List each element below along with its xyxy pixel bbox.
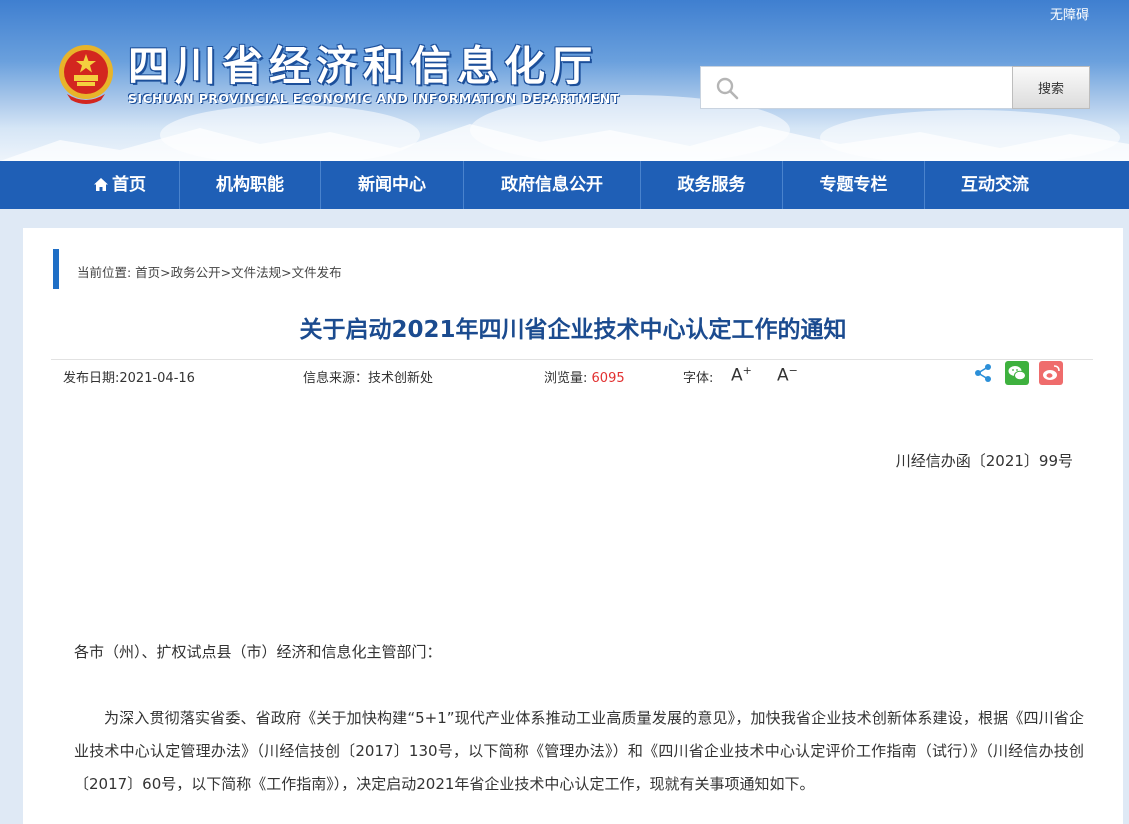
breadcrumb[interactable]: 当前位置: 首页>政务公开>文件法规>文件发布: [77, 262, 342, 281]
site-title-en: SICHUAN PROVINCIAL ECONOMIC AND INFORMAT…: [128, 91, 620, 106]
title-divider: [51, 359, 1093, 360]
wechat-icon[interactable]: [1005, 361, 1029, 385]
nav-home-label: 首页: [112, 175, 146, 195]
font-increase-button[interactable]: A+: [731, 364, 752, 386]
font-decrease-button[interactable]: A−: [777, 364, 798, 386]
document-number: 川经信办函〔2021〕99号: [895, 452, 1073, 470]
font-decrease-label: A: [777, 365, 789, 386]
view-count-label: 浏览量:: [544, 371, 588, 386]
main-nav: 首页 机构职能 新闻中心 政府信息公开 政务服务 专题专栏 互动交流: [0, 161, 1129, 209]
search-icon: [716, 77, 739, 100]
nav-interaction[interactable]: 互动交流: [925, 161, 1065, 209]
info-source: 信息来源：技术创新处: [303, 371, 434, 386]
article-paragraph: 为深入贯彻落实省委、省政府《关于加快构建“5+1”现代产业体系推动工业高质量发展…: [74, 709, 1084, 793]
nav-home[interactable]: 首页: [60, 161, 180, 209]
mountain-silhouette: [0, 124, 1129, 161]
search-input[interactable]: [747, 73, 1005, 103]
addressee: 各市（州）、扩权试点县（市）经济和信息化主管部门：: [74, 643, 442, 661]
home-icon: [94, 178, 108, 191]
accessibility-link[interactable]: 无障碍: [1050, 4, 1089, 23]
nav-gov-info[interactable]: 政府信息公开: [464, 161, 640, 209]
view-count-value: 6095: [591, 371, 625, 386]
publish-date: 发布日期:2021-04-16: [63, 371, 195, 386]
site-title-cn[interactable]: 四川省经济和信息化厅: [128, 40, 598, 92]
nav-news-center[interactable]: 新闻中心: [321, 161, 463, 209]
breadcrumb-marker: [53, 249, 59, 289]
site-header: 无障碍 四川省经济和信息化厅 SICHUAN PROVINCIAL ECONOM…: [0, 0, 1129, 161]
weibo-icon[interactable]: [1039, 361, 1063, 385]
nav-org-functions[interactable]: 机构职能: [180, 161, 320, 209]
nav-gov-services[interactable]: 政务服务: [641, 161, 782, 209]
nav-special-topics[interactable]: 专题专栏: [783, 161, 924, 209]
search-box: [700, 66, 1012, 109]
search-button[interactable]: 搜索: [1012, 66, 1090, 109]
share-icon[interactable]: [973, 363, 993, 383]
article-title: 关于启动2021年四川省企业技术中心认定工作的通知: [299, 317, 847, 343]
view-count: 浏览量: 6095: [544, 367, 625, 386]
national-emblem-icon: [59, 45, 113, 104]
font-increase-label: A: [731, 365, 743, 386]
font-size-label: 字体:: [683, 371, 714, 386]
article-panel: 当前位置: 首页>政务公开>文件法规>文件发布 关于启动2021年四川省企业技术…: [23, 228, 1123, 824]
